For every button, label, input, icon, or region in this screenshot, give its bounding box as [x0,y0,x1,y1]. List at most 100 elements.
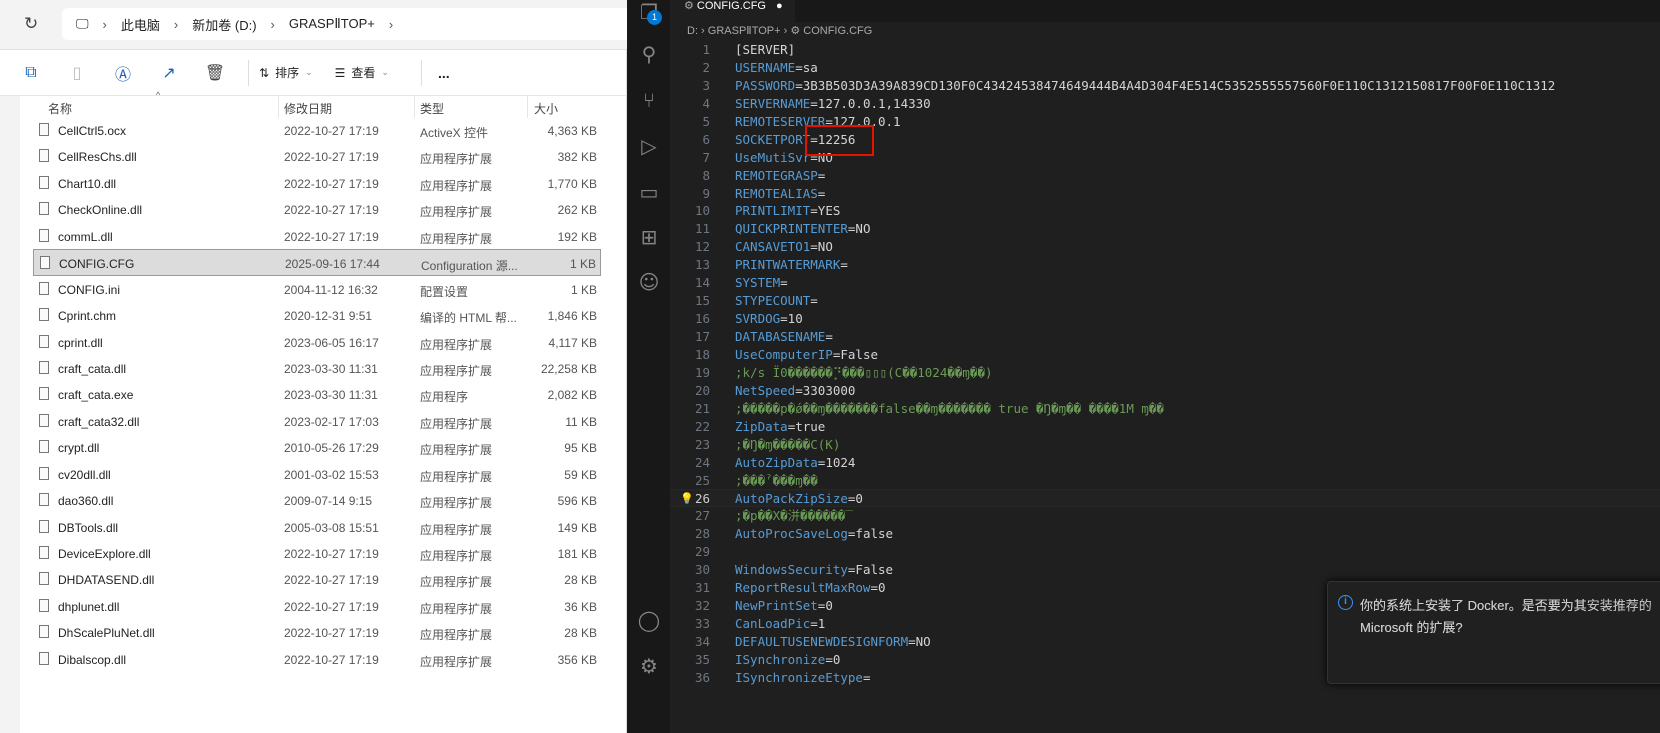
delete-icon[interactable]: 🗑 [192,63,238,83]
file-row[interactable]: crypt.dll 2010-05-26 17:29 应用程序扩展 95 KB [33,434,601,460]
line-number: 7 [702,149,710,165]
column-size[interactable]: 大小 [534,100,558,117]
breadcrumb-item[interactable]: 此电脑 [121,15,160,34]
file-icon [39,651,49,665]
code-line[interactable]: 3 PASSWORD=3B3B503D3A39A839CD130F0C434245… [670,77,1660,95]
file-row[interactable]: DBTools.dll 2005-03-08 15:51 应用程序扩展 149 … [33,514,601,540]
notification-toast[interactable]: i 你的系统上安装了 Docker。是否要为其安装推荐的 Microsoft 的… [1327,581,1660,684]
code-line[interactable]: 16 SVRDOG=10 [670,310,1660,328]
config-key: SVRDOG [735,311,781,327]
file-size: 596 KB [557,494,597,509]
breadcrumb-item[interactable]: CONFIG.CFG [803,25,872,37]
file-icon [39,281,49,295]
code-line[interactable]: 21 ;�����p�ǿ��ɱ�������false��ɱ������� tru… [670,400,1660,418]
file-row[interactable]: dhplunet.dll 2022-10-27 17:19 应用程序扩展 36 … [33,593,601,619]
breadcrumb-item[interactable]: D: [687,25,698,37]
code-line[interactable]: 9 REMOTEALIAS= [670,185,1660,203]
file-type: 应用程序扩展 [420,575,493,590]
run-debug-icon[interactable]: ▷ [637,134,661,158]
view-button[interactable]: ☰ 查看 ⌄ [335,64,389,81]
sort-button[interactable]: ⇅ 排序 ⌄ [259,64,313,81]
column-date[interactable]: 修改日期 [284,100,332,117]
computer-icon[interactable]: 🖵 [76,16,89,32]
file-row[interactable]: Dibalscop.dll 2022-10-27 17:19 应用程序扩展 35… [33,646,601,672]
code-line[interactable]: 1 [SERVER] [670,41,1660,59]
file-row[interactable]: CellCtrl5.ocx 2022-10-27 17:19 ActiveX 控… [33,117,601,143]
code-line[interactable]: 11 QUICKPRINTENTER=NO [670,220,1660,238]
config-value: =10 [780,311,803,327]
file-explorer-window: ↻ 🖵 › 此电脑 › 新加卷 (D:) › GRASPⅡTOP+ › ⧉ ▯ … [0,0,627,733]
file-name: CONFIG.ini [58,282,121,297]
code-line[interactable]: 29 [670,543,1660,561]
code-line[interactable]: 14 SYSTEM= [670,274,1660,292]
line-number: 29 [694,544,710,560]
config-value: =3303000 [795,382,856,398]
unsaved-dot-icon[interactable]: ● [776,0,783,12]
copy-icon[interactable]: ⧉ [8,64,54,82]
file-row[interactable]: dao360.dll 2009-07-14 9:15 应用程序扩展 596 KB [33,487,601,513]
column-type[interactable]: 类型 [420,100,444,117]
file-icon [39,598,49,612]
code-line[interactable]: 22 ZipData=true [670,418,1660,436]
more-button[interactable]: ... [438,65,450,81]
share-icon[interactable]: ↗ [146,63,192,83]
code-line[interactable]: 2 USERNAME=sa [670,59,1660,77]
file-type: 应用程序扩展 [420,549,493,563]
code-line[interactable]: 30 WindowsSecurity=False [670,561,1660,579]
file-row[interactable]: commL.dll 2022-10-27 17:19 应用程序扩展 192 KB [33,223,601,249]
code-line[interactable]: 12 CANSAVETO1=NO [670,238,1660,256]
refresh-icon[interactable]: ↻ [24,14,38,34]
config-value: = [840,257,848,273]
breadcrumb[interactable]: 🖵 › 此电脑 › 新加卷 (D:) › GRASPⅡTOP+ › [62,8,627,40]
code-line[interactable]: 26 💡 AutoPackZipSize=0 [670,489,1660,508]
tab-config-cfg[interactable]: ⚙ CONFIG.CFG ● [670,0,795,22]
code-line[interactable]: 25 ;���ˀ���ɱ�� [670,472,1660,490]
breadcrumb-item[interactable]: GRASPⅡTOP+ [708,25,781,37]
file-row[interactable]: craft_cata32.dll 2023-02-17 17:03 应用程序扩展… [33,408,601,434]
settings-gear-icon[interactable]: ⚙ [637,654,661,678]
line-number: 33 [694,616,710,631]
file-row[interactable]: craft_cata.dll 2023-03-30 11:31 应用程序扩展 2… [33,355,601,381]
source-control-icon[interactable]: ⑂ [637,88,661,112]
file-row[interactable]: CONFIG.ini 2004-11-12 16:32 配置设置 1 KB [33,276,601,302]
file-row[interactable]: cprint.dll 2023-06-05 16:17 应用程序扩展 4,117… [33,329,601,355]
copilot-icon[interactable]: ☺ [637,270,661,294]
file-row[interactable]: cv20dll.dll 2001-03-02 15:53 应用程序扩展 59 K… [33,461,601,487]
file-size: 59 KB [564,467,597,482]
file-row[interactable]: DHDATASEND.dll 2022-10-27 17:19 应用程序扩展 2… [33,566,601,592]
rename-icon[interactable]: Ⓐ [100,61,146,85]
breadcrumb-item[interactable]: GRASPⅡTOP+ [289,16,375,32]
code-line[interactable]: 18 UseComputerIP=False [670,346,1660,364]
file-row[interactable]: CellResChs.dll 2022-10-27 17:19 应用程序扩展 3… [33,143,601,169]
lightbulb-icon[interactable]: 💡 [680,490,694,508]
file-row[interactable]: craft_cata.exe 2023-03-30 11:31 应用程序 2,0… [33,381,601,407]
search-icon[interactable]: ⚲ [637,42,661,66]
code-line[interactable]: 13 PRINTWATERMARK= [670,256,1660,274]
breadcrumb-item[interactable]: 新加卷 (D:) [192,15,256,34]
file-row[interactable]: DeviceExplore.dll 2022-10-27 17:19 应用程序扩… [33,540,601,566]
remote-explorer-icon[interactable]: ▭ [637,180,661,204]
code-line[interactable]: 17 DATABASENAME= [670,328,1660,346]
file-row[interactable]: CheckOnline.dll 2022-10-27 17:19 应用程序扩展 … [33,196,601,222]
file-name: dao360.dll [58,494,114,509]
code-line[interactable]: 19 ;k/s Ï0������⡙���▯▯▯(C��1024��ɱ��) [670,364,1660,382]
code-line[interactable]: 23 ;�Ŋ�ɱ�����C(K) [670,436,1660,454]
code-line[interactable]: 10 PRINTLIMIT=YES [670,202,1660,220]
column-name[interactable]: 名称 [48,100,72,117]
file-row[interactable]: Chart10.dll 2022-10-27 17:19 应用程序扩展 1,77… [33,170,601,196]
extensions-icon[interactable]: ⊞ [637,225,661,249]
file-row[interactable]: Cprint.chm 2020-12-31 9:51 编译的 HTML 帮...… [33,302,601,328]
chevron-right-icon[interactable]: › [389,17,393,32]
code-line[interactable]: 28 AutoProcSaveLog=false [670,525,1660,543]
code-line[interactable]: 24 AutoZipData=1024 [670,454,1660,472]
account-icon[interactable]: ◯ [637,608,661,632]
file-row[interactable]: DhScalePluNet.dll 2022-10-27 17:19 应用程序扩… [33,619,601,645]
paste-icon[interactable]: ▯ [54,63,100,83]
code-line[interactable]: 4 SERVERNAME=127.0.0.1,14330 [670,95,1660,113]
vscode-window: ❐ 1 ⚲ ⑂ ▷ ▭ ⊞ ☺ ◯ ⚙ ⚙ CONFIG.CFG ● D: › G… [627,0,1660,733]
code-line[interactable]: 27 ;�p��X�洴������‾ [670,507,1660,525]
file-row[interactable]: CONFIG.CFG 2025-09-16 17:44 Configuratio… [33,249,601,276]
code-line[interactable]: 15 STYPECOUNT= [670,292,1660,310]
code-line[interactable]: 20 NetSpeed=3303000 [670,382,1660,400]
code-line[interactable]: 8 REMOTEGRASP= [670,167,1660,185]
